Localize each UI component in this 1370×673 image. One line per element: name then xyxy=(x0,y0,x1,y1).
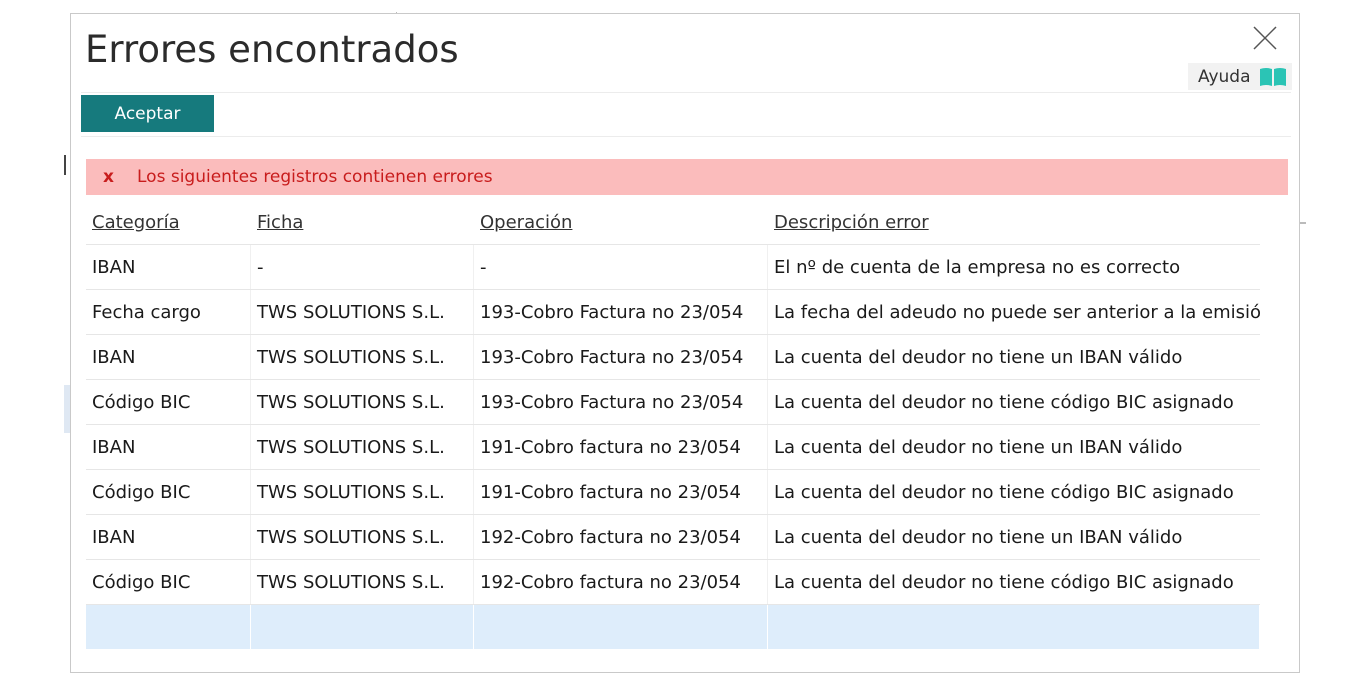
help-label: Ayuda xyxy=(1198,66,1251,87)
table-row[interactable]: Código BIC TWS SOLUTIONS S.L. 192-Cobro … xyxy=(86,559,1260,604)
divider xyxy=(81,92,1291,93)
cell-empty xyxy=(474,605,768,649)
cell-empty xyxy=(251,605,474,649)
column-header-operacion[interactable]: Operación xyxy=(474,212,768,233)
errors-dialog: Errores encontrados Ayuda Aceptar x Los … xyxy=(70,13,1300,673)
errors-table: Categoría Ficha Operación Descripción er… xyxy=(86,200,1260,649)
cell-ficha: TWS SOLUTIONS S.L. xyxy=(251,380,474,424)
dialog-title: Errores encontrados xyxy=(85,28,459,71)
column-header-ficha[interactable]: Ficha xyxy=(251,212,474,233)
cell-operacion: 193-Cobro Factura no 23/054 xyxy=(474,290,768,334)
cell-ficha: TWS SOLUTIONS S.L. xyxy=(251,335,474,379)
error-message: Los siguientes registros contienen error… xyxy=(137,167,493,187)
close-icon xyxy=(1253,26,1277,50)
error-icon: x xyxy=(103,167,114,187)
table-row[interactable]: Fecha cargo TWS SOLUTIONS S.L. 193-Cobro… xyxy=(86,289,1260,334)
cell-categoria: IBAN xyxy=(86,425,251,469)
column-header-descripcion[interactable]: Descripción error xyxy=(768,212,1260,233)
table-row[interactable]: IBAN - - El nº de cuenta de la empresa n… xyxy=(86,244,1260,289)
cell-operacion: 191-Cobro factura no 23/054 xyxy=(474,425,768,469)
cell-descripcion: La cuenta del deudor no tiene código BIC… xyxy=(774,571,1234,593)
cell-descripcion: El nº de cuenta de la empresa no es corr… xyxy=(774,256,1181,278)
table-row[interactable]: Código BIC TWS SOLUTIONS S.L. 193-Cobro … xyxy=(86,379,1260,424)
cell-operacion: 191-Cobro factura no 23/054 xyxy=(474,470,768,514)
table-row[interactable]: IBAN TWS SOLUTIONS S.L. 191-Cobro factur… xyxy=(86,424,1260,469)
help-button[interactable]: Ayuda xyxy=(1188,63,1292,90)
close-button[interactable] xyxy=(1251,24,1279,52)
background-edge xyxy=(64,155,66,175)
cell-operacion: 192-Cobro factura no 23/054 xyxy=(474,515,768,559)
cell-operacion: 193-Cobro Factura no 23/054 xyxy=(474,335,768,379)
accept-button[interactable]: Aceptar xyxy=(81,95,214,132)
cell-categoria: IBAN xyxy=(86,245,251,289)
cell-descripcion: La cuenta del deudor no tiene un IBAN vá… xyxy=(774,346,1183,368)
cell-operacion: 192-Cobro factura no 23/054 xyxy=(474,560,768,604)
error-banner: x Los siguientes registros contienen err… xyxy=(86,159,1288,195)
cell-categoria: Código BIC xyxy=(86,380,251,424)
table-row[interactable]: IBAN TWS SOLUTIONS S.L. 192-Cobro factur… xyxy=(86,514,1260,559)
cell-categoria: Código BIC xyxy=(86,560,251,604)
cell-ficha: TWS SOLUTIONS S.L. xyxy=(251,290,474,334)
cell-operacion: 193-Cobro Factura no 23/054 xyxy=(474,380,768,424)
cell-ficha: TWS SOLUTIONS S.L. xyxy=(251,470,474,514)
cell-ficha: - xyxy=(251,245,474,289)
cell-descripcion: La cuenta del deudor no tiene código BIC… xyxy=(774,391,1234,413)
cell-categoria: Fecha cargo xyxy=(86,290,251,334)
divider xyxy=(81,136,1291,137)
background-edge xyxy=(1300,222,1306,224)
cell-descripcion: La cuenta del deudor no tiene código BIC… xyxy=(774,481,1234,503)
cell-descripcion: La cuenta del deudor no tiene un IBAN vá… xyxy=(774,526,1183,548)
table-row-empty-selected[interactable] xyxy=(86,604,1260,649)
cell-ficha: TWS SOLUTIONS S.L. xyxy=(251,560,474,604)
cell-categoria: IBAN xyxy=(86,515,251,559)
cell-ficha: TWS SOLUTIONS S.L. xyxy=(251,515,474,559)
table-row[interactable]: IBAN TWS SOLUTIONS S.L. 193-Cobro Factur… xyxy=(86,334,1260,379)
cell-empty xyxy=(86,605,251,649)
cell-ficha: TWS SOLUTIONS S.L. xyxy=(251,425,474,469)
cell-descripcion: La fecha del adeudo no puede ser anterio… xyxy=(774,301,1260,323)
cell-categoria: IBAN xyxy=(86,335,251,379)
cell-operacion: - xyxy=(474,245,768,289)
cell-categoria: Código BIC xyxy=(86,470,251,514)
cell-empty xyxy=(768,605,1260,649)
cell-descripcion: La cuenta del deudor no tiene un IBAN vá… xyxy=(774,436,1183,458)
table-row[interactable]: Código BIC TWS SOLUTIONS S.L. 191-Cobro … xyxy=(86,469,1260,514)
column-header-categoria[interactable]: Categoría xyxy=(86,212,251,233)
table-header: Categoría Ficha Operación Descripción er… xyxy=(86,200,1260,244)
book-icon xyxy=(1259,67,1287,87)
